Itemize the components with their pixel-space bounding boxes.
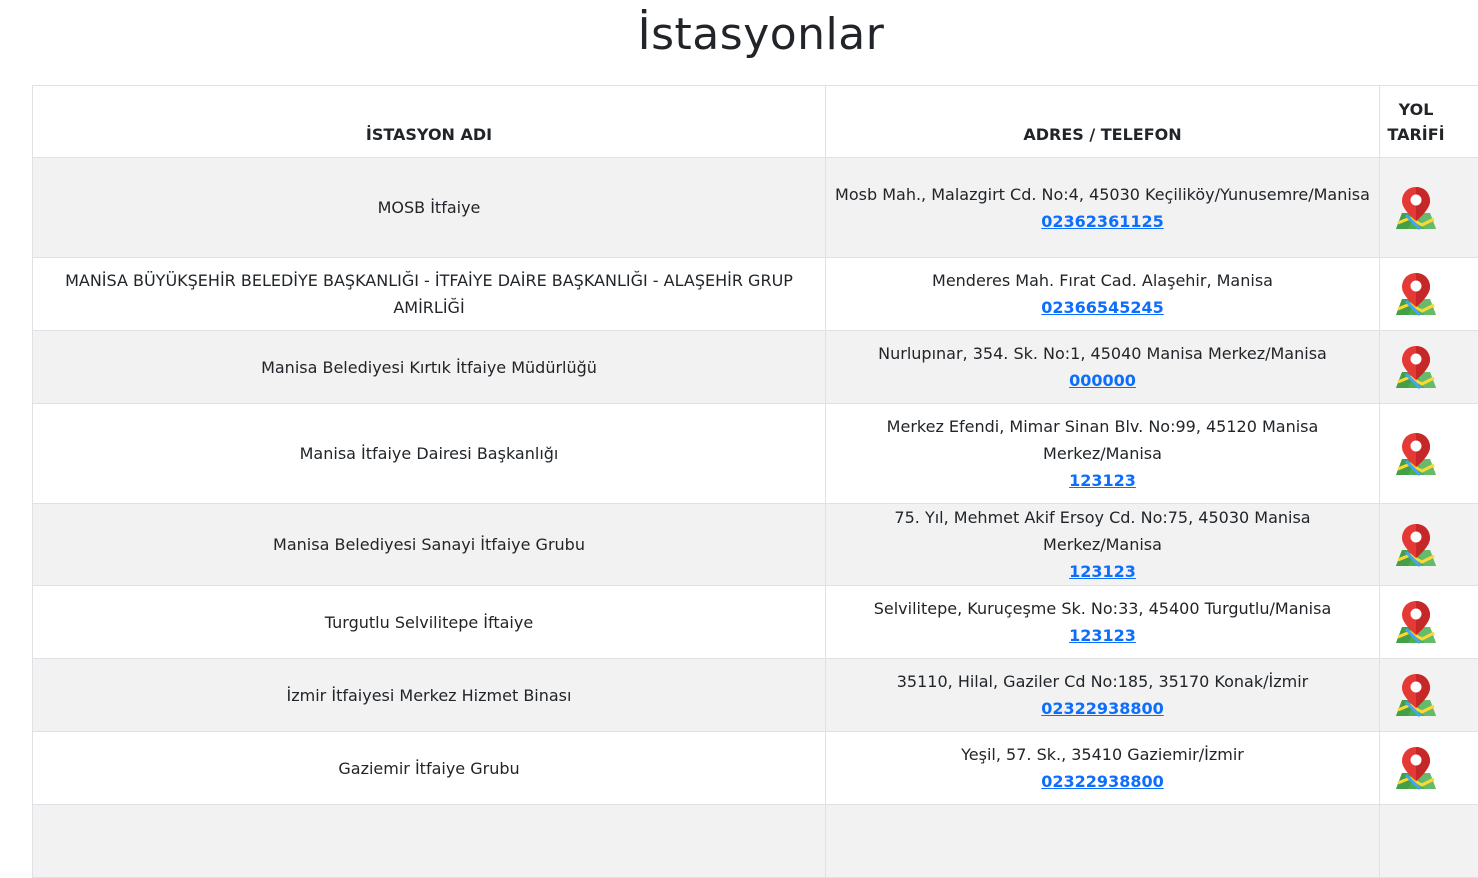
directions-cell [1380, 404, 1478, 504]
header-station-name: İSTASYON ADI [33, 86, 826, 158]
map-pin-icon[interactable] [1394, 745, 1438, 791]
phone-link[interactable]: 123123 [1069, 562, 1136, 581]
directions-cell [1380, 732, 1478, 805]
directions-cell [1380, 331, 1478, 404]
table-row: MANİSA BÜYÜKŞEHİR BELEDİYE BAŞKANLIĞI - … [33, 258, 1478, 331]
phone-link[interactable]: 123123 [1069, 471, 1136, 490]
station-name-cell: MOSB İtfaiye [33, 158, 826, 258]
address-cell: Merkez Efendi, Mimar Sinan Blv. No:99, 4… [826, 404, 1380, 504]
directions-cell [1380, 504, 1478, 586]
directions-cell [1380, 586, 1478, 659]
map-pin-icon[interactable] [1394, 271, 1438, 317]
address-cell: 75. Yıl, Mehmet Akif Ersoy Cd. No:75, 45… [826, 504, 1380, 586]
station-name-cell: Gaziemir İtfaiye Grubu [33, 732, 826, 805]
table-row: Turgutlu Selvilitepe İftaiye Selvilitepe… [33, 586, 1478, 659]
table-row: Manisa Belediyesi Sanayi İtfaiye Grubu 7… [33, 504, 1478, 586]
address-text: 75. Yıl, Mehmet Akif Ersoy Cd. No:75, 45… [894, 508, 1310, 554]
address-text: Yeşil, 57. Sk., 35410 Gaziemir/İzmir [961, 745, 1244, 764]
map-pin-icon[interactable] [1394, 599, 1438, 645]
page-title: İstasyonlar [0, 6, 1478, 64]
header-directions: YOL TARİFİ [1380, 86, 1478, 158]
address-cell: 35110, Hilal, Gaziler Cd No:185, 35170 K… [826, 659, 1380, 732]
station-name-cell: Manisa Belediyesi Kırtık İtfaiye Müdürlü… [33, 331, 826, 404]
directions-cell [1380, 158, 1478, 258]
phone-link[interactable]: 02322938800 [1041, 772, 1163, 791]
station-name-cell: Manisa İtfaiye Dairesi Başkanlığı [33, 404, 826, 504]
table-row: Manisa Belediyesi Kırtık İtfaiye Müdürlü… [33, 331, 1478, 404]
table-header: İSTASYON ADI ADRES / TELEFON YOL TARİFİ [33, 86, 1478, 158]
phone-link[interactable]: 02366545245 [1041, 298, 1163, 317]
address-cell: Mosb Mah., Malazgirt Cd. No:4, 45030 Keç… [826, 158, 1380, 258]
address-text: Selvilitepe, Kuruçeşme Sk. No:33, 45400 … [874, 599, 1332, 618]
map-pin-icon[interactable] [1394, 522, 1438, 568]
phone-link[interactable]: 000000 [1069, 371, 1136, 390]
address-text: Menderes Mah. Fırat Cad. Alaşehir, Manis… [932, 271, 1273, 290]
stations-table-container: İSTASYON ADI ADRES / TELEFON YOL TARİFİ … [32, 85, 1478, 878]
header-directions-line2: TARİFİ [1387, 125, 1444, 144]
directions-cell [1380, 805, 1478, 878]
phone-link[interactable]: 02362361125 [1041, 212, 1163, 231]
address-text: Mosb Mah., Malazgirt Cd. No:4, 45030 Keç… [835, 185, 1370, 204]
map-pin-icon[interactable] [1394, 344, 1438, 390]
phone-link[interactable]: 02322938800 [1041, 699, 1163, 718]
station-name-cell: Manisa Belediyesi Sanayi İtfaiye Grubu [33, 504, 826, 586]
phone-link[interactable]: 123123 [1069, 626, 1136, 645]
address-text: 35110, Hilal, Gaziler Cd No:185, 35170 K… [897, 672, 1308, 691]
header-directions-line1: YOL [1399, 100, 1434, 119]
address-cell: Menderes Mah. Fırat Cad. Alaşehir, Manis… [826, 258, 1380, 331]
station-name-cell: MANİSA BÜYÜKŞEHİR BELEDİYE BAŞKANLIĞI - … [33, 258, 826, 331]
map-pin-icon[interactable] [1394, 431, 1438, 477]
map-pin-icon[interactable] [1394, 672, 1438, 718]
table-row: MOSB İtfaiye Mosb Mah., Malazgirt Cd. No… [33, 158, 1478, 258]
header-row: İSTASYON ADI ADRES / TELEFON YOL TARİFİ [33, 86, 1478, 158]
table-row [33, 805, 1478, 878]
station-name-cell: İzmir İtfaiyesi Merkez Hizmet Binası [33, 659, 826, 732]
table-row: Gaziemir İtfaiye Grubu Yeşil, 57. Sk., 3… [33, 732, 1478, 805]
table-row: Manisa İtfaiye Dairesi Başkanlığı Merkez… [33, 404, 1478, 504]
address-cell: Nurlupınar, 354. Sk. No:1, 45040 Manisa … [826, 331, 1380, 404]
address-cell [826, 805, 1380, 878]
map-pin-icon[interactable] [1394, 185, 1438, 231]
address-text: Merkez Efendi, Mimar Sinan Blv. No:99, 4… [887, 417, 1319, 463]
directions-cell [1380, 659, 1478, 732]
header-address-phone: ADRES / TELEFON [826, 86, 1380, 158]
station-name-cell [33, 805, 826, 878]
station-name-cell: Turgutlu Selvilitepe İftaiye [33, 586, 826, 659]
table-row: İzmir İtfaiyesi Merkez Hizmet Binası 351… [33, 659, 1478, 732]
stations-table: İSTASYON ADI ADRES / TELEFON YOL TARİFİ … [32, 85, 1478, 878]
table-body: MOSB İtfaiye Mosb Mah., Malazgirt Cd. No… [33, 158, 1478, 878]
address-text: Nurlupınar, 354. Sk. No:1, 45040 Manisa … [878, 344, 1327, 363]
address-cell: Yeşil, 57. Sk., 35410 Gaziemir/İzmir 023… [826, 732, 1380, 805]
directions-cell [1380, 258, 1478, 331]
address-cell: Selvilitepe, Kuruçeşme Sk. No:33, 45400 … [826, 586, 1380, 659]
